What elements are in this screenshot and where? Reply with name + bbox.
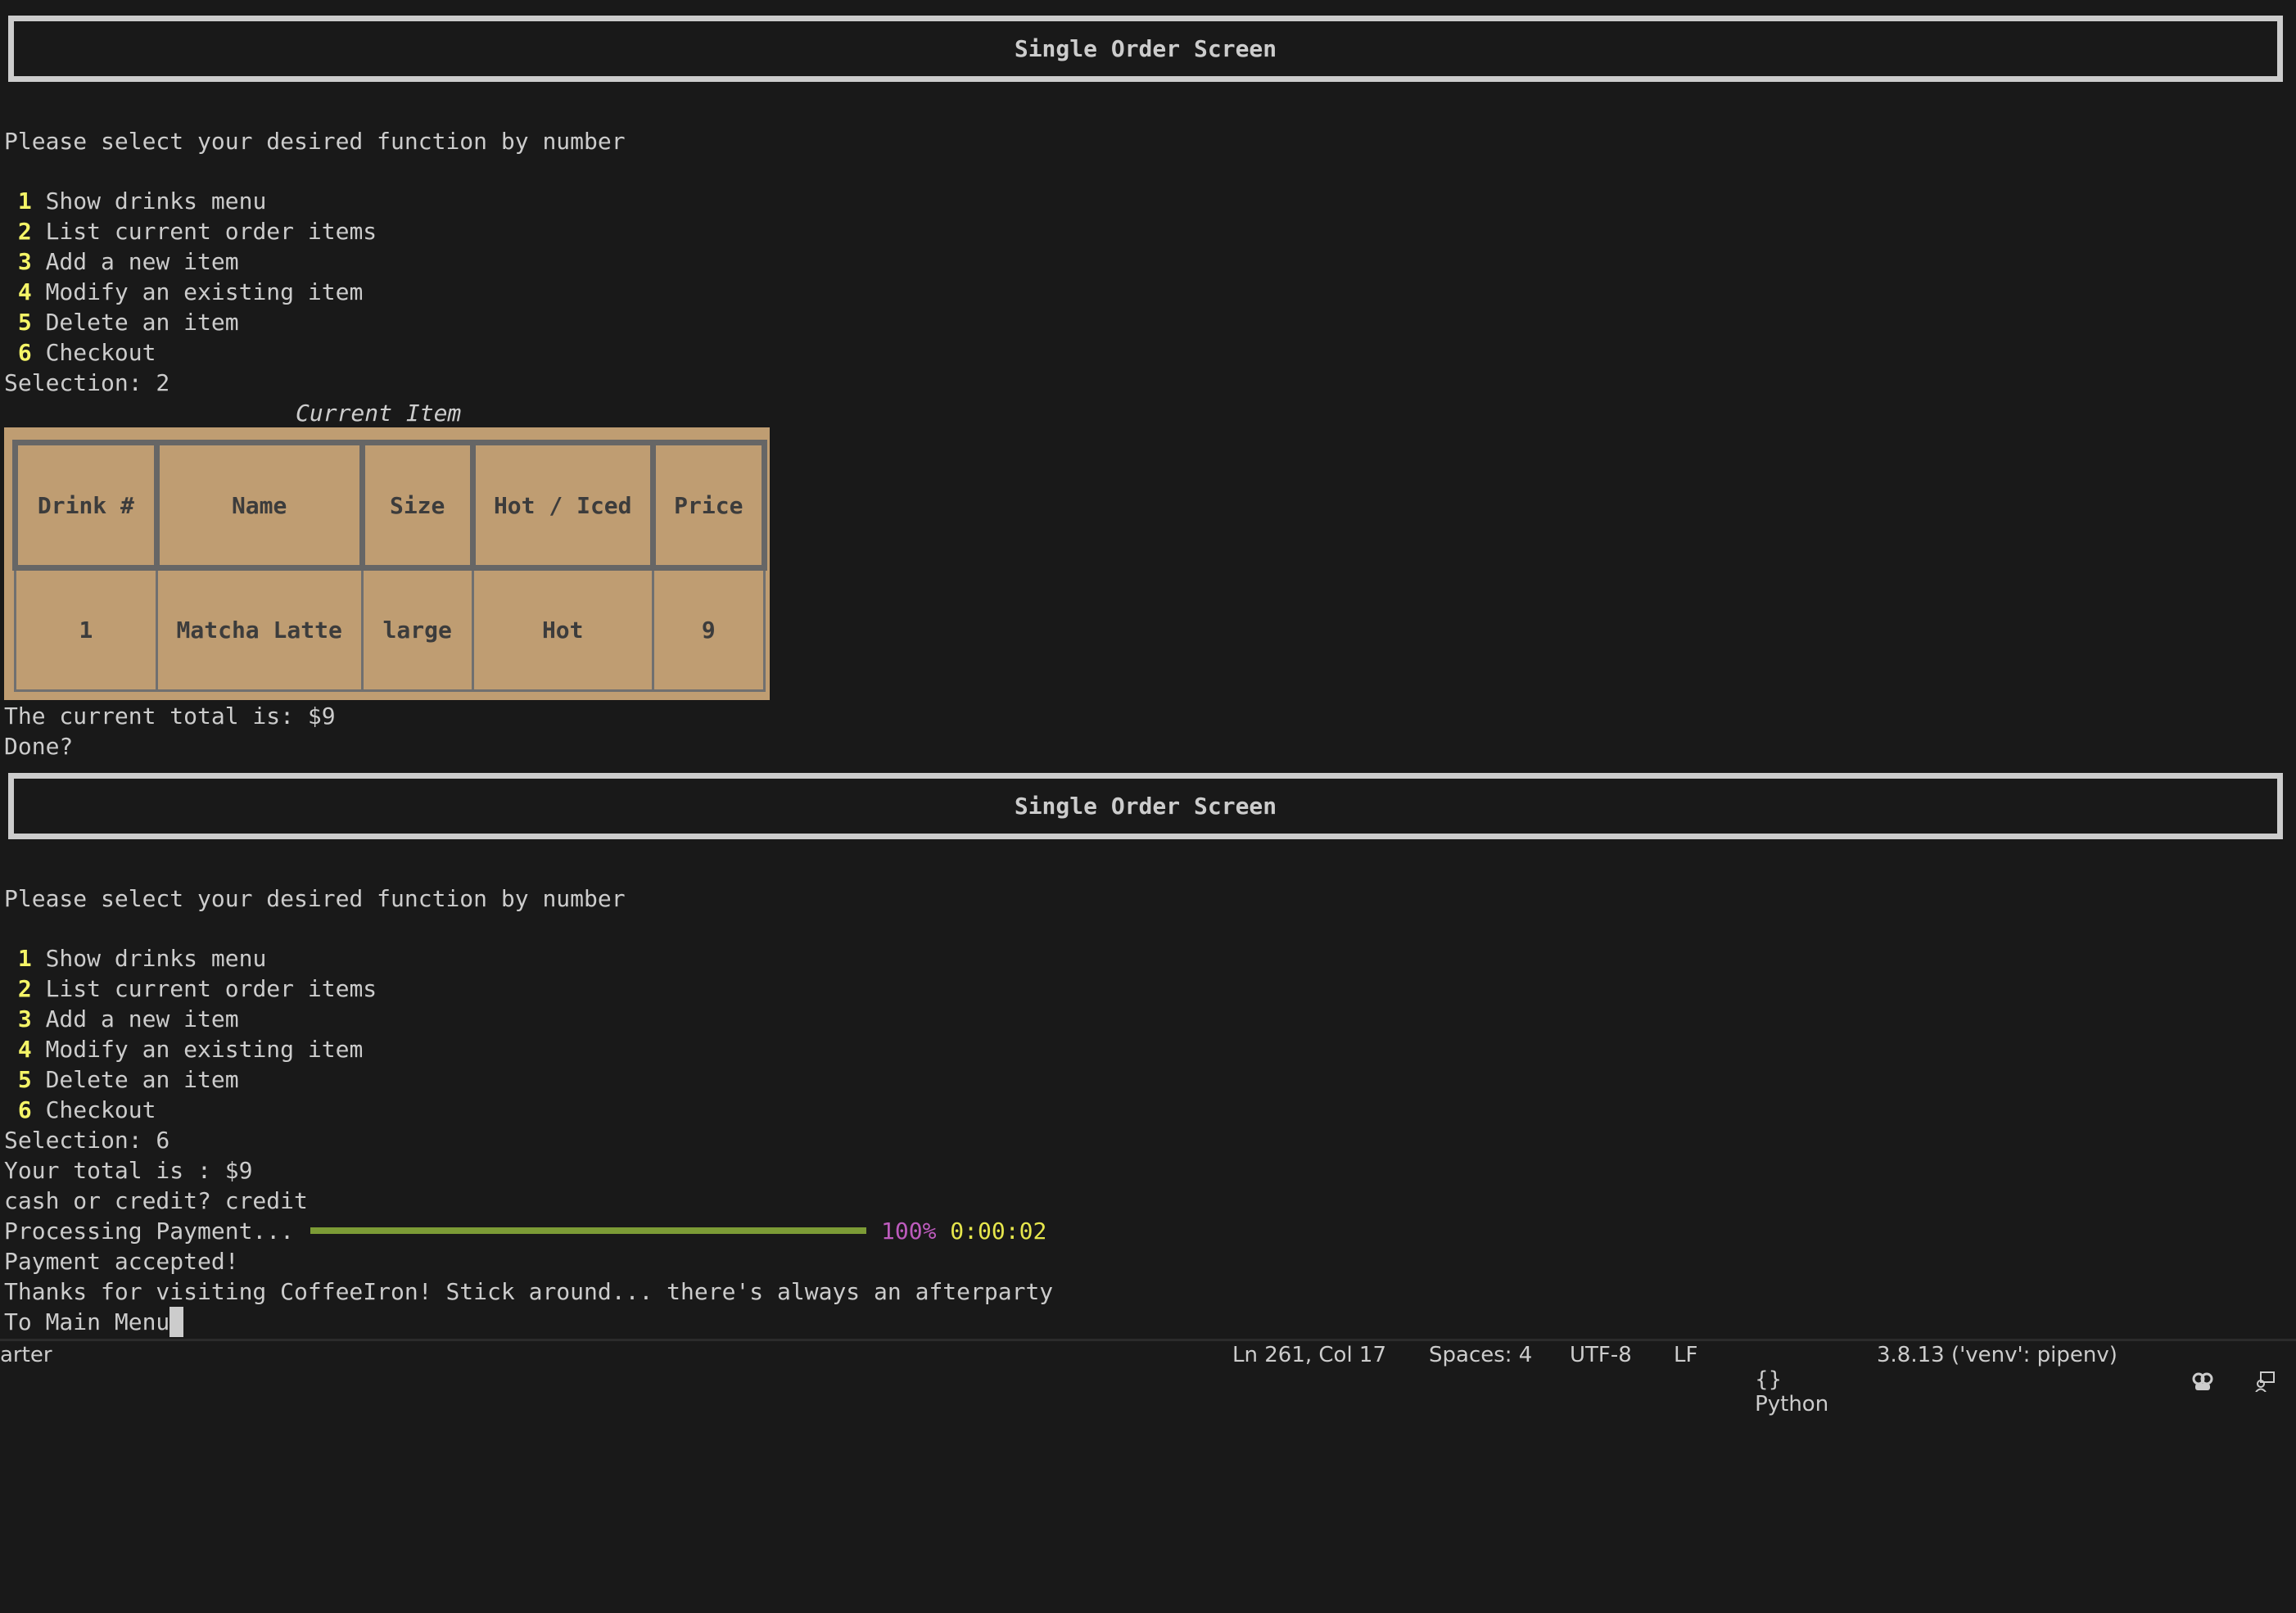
screen-title: Single Order Screen xyxy=(1014,793,1277,820)
menu-item-number: 2 xyxy=(17,218,32,245)
menu-item-label: Show drinks menu xyxy=(45,945,267,972)
payment-result: Payment accepted! xyxy=(4,1248,239,1275)
thanks-message: Thanks for visiting CoffeeIron! Stick ar… xyxy=(4,1278,1054,1305)
menu-item-number: 6 xyxy=(17,339,32,366)
cell-drink-number: 1 xyxy=(14,567,158,692)
table-header-row: Drink # Name Size Hot / Iced Price xyxy=(12,440,768,571)
current-item-table-panel: Drink # Name Size Hot / Iced Price 1 Mat… xyxy=(4,427,770,700)
terminal-prompt-line[interactable]: To Main Menu xyxy=(4,1307,184,1337)
cell-size: large xyxy=(360,567,474,692)
progress-stats: 100% 0:00:02 xyxy=(881,1216,1046,1246)
menu-item-number: 2 xyxy=(17,975,32,1002)
menu-item-label: List current order items xyxy=(45,218,377,245)
payment-method-line: cash or credit? credit xyxy=(4,1187,308,1214)
menu-item-number: 3 xyxy=(17,248,32,275)
menu-item: 2 List current order items xyxy=(4,974,377,1004)
indentation-setting[interactable]: Spaces: 4 xyxy=(1429,1343,1532,1367)
column-header: Name xyxy=(153,440,365,571)
menu-item: 5 Delete an item xyxy=(4,1064,239,1095)
menu-item: 5 Delete an item xyxy=(4,307,239,337)
total-line: Your total is : $9 xyxy=(4,1157,253,1184)
menu-item: 4 Modify an existing item xyxy=(4,277,363,307)
eol-setting[interactable]: LF xyxy=(1674,1343,1697,1367)
menu-item: 2 List current order items xyxy=(4,216,377,246)
screen-title: Single Order Screen xyxy=(1014,35,1277,62)
selection-line: Selection: 2 xyxy=(4,369,170,396)
terminal-cursor xyxy=(169,1307,184,1337)
encoding-setting[interactable]: UTF-8 xyxy=(1570,1343,1632,1367)
menu-item-number: 4 xyxy=(17,1036,32,1063)
progress-elapsed: 0:00:02 xyxy=(950,1218,1047,1245)
language-label: Python xyxy=(1755,1392,1829,1416)
progress-bar xyxy=(310,1227,866,1234)
menu-item-label: Delete an item xyxy=(45,309,239,336)
menu-item: 1 Show drinks menu xyxy=(4,186,266,216)
menu-item-label: Modify an existing item xyxy=(45,1036,364,1063)
menu-item-number: 3 xyxy=(17,1005,32,1032)
menu-item-label: Modify an existing item xyxy=(45,278,364,305)
menu-item-number: 1 xyxy=(17,945,32,972)
column-header: Size xyxy=(359,440,476,571)
menu-item-number: 1 xyxy=(17,188,32,215)
menu-item: 3 Add a new item xyxy=(4,246,239,277)
menu-item-label: Show drinks menu xyxy=(45,188,267,215)
feedback-icon[interactable] xyxy=(2227,1346,2276,1393)
cursor-position[interactable]: Ln 261, Col 17 xyxy=(1232,1343,1386,1367)
menu-item-label: Checkout xyxy=(45,1096,156,1123)
menu-item-label: Add a new item xyxy=(45,1005,239,1032)
current-total: The current total is: $9 xyxy=(4,703,336,730)
cell-hot-iced: Hot xyxy=(471,567,654,692)
function-prompt: Please select your desired function by n… xyxy=(4,885,626,912)
function-prompt: Please select your desired function by n… xyxy=(4,128,626,155)
menu-item-number: 4 xyxy=(17,278,32,305)
language-mode[interactable]: {} Python xyxy=(1728,1343,1828,1441)
cell-price: 9 xyxy=(651,567,766,692)
progress-percent: 100% xyxy=(881,1218,937,1245)
menu-item: 4 Modify an existing item xyxy=(4,1034,363,1064)
braces-icon: {} xyxy=(1755,1367,1783,1392)
menu-item-number: 5 xyxy=(17,309,32,336)
column-header: Price xyxy=(649,440,768,571)
table-caption: Current Item xyxy=(296,400,462,427)
selection-line: Selection: 6 xyxy=(4,1127,170,1154)
menu-item-number: 5 xyxy=(17,1066,32,1093)
column-header: Hot / Iced xyxy=(469,440,656,571)
cell-name: Matcha Latte xyxy=(155,567,364,692)
screen-header-box: Single Order Screen xyxy=(8,773,2283,839)
menu-item-label: Delete an item xyxy=(45,1066,239,1093)
menu-item: 1 Show drinks menu xyxy=(4,943,266,974)
menu-item-label: Add a new item xyxy=(45,248,239,275)
menu-item-label: List current order items xyxy=(45,975,377,1002)
done-prompt: Done? xyxy=(4,733,74,760)
progress-label: Processing Payment... xyxy=(4,1218,295,1245)
table-row: 1 Matcha Latte large Hot 9 xyxy=(14,567,766,692)
menu-item-label: Checkout xyxy=(45,339,156,366)
screen-header-box: Single Order Screen xyxy=(8,16,2283,82)
last-line-text: To Main Menu xyxy=(4,1308,170,1335)
panel-divider xyxy=(0,1339,2296,1341)
menu-item: 6 Checkout xyxy=(4,337,156,368)
copilot-icon[interactable] xyxy=(2165,1346,2213,1390)
notifications-icon[interactable] xyxy=(2285,1346,2296,1367)
column-header: Drink # xyxy=(12,440,160,571)
menu-item: 3 Add a new item xyxy=(4,1004,239,1034)
menu-item-number: 6 xyxy=(17,1096,32,1123)
status-left-text[interactable]: arter xyxy=(0,1343,52,1367)
status-bar: arter Ln 261, Col 17 Spaces: 4 UTF-8 LF … xyxy=(0,1343,2296,1416)
progress-bar-fill xyxy=(310,1227,866,1234)
python-interpreter[interactable]: 3.8.13 ('venv': pipenv) xyxy=(1877,1343,2117,1367)
menu-item: 6 Checkout xyxy=(4,1095,156,1125)
current-item-table: Drink # Name Size Hot / Iced Price 1 Mat… xyxy=(12,440,768,692)
